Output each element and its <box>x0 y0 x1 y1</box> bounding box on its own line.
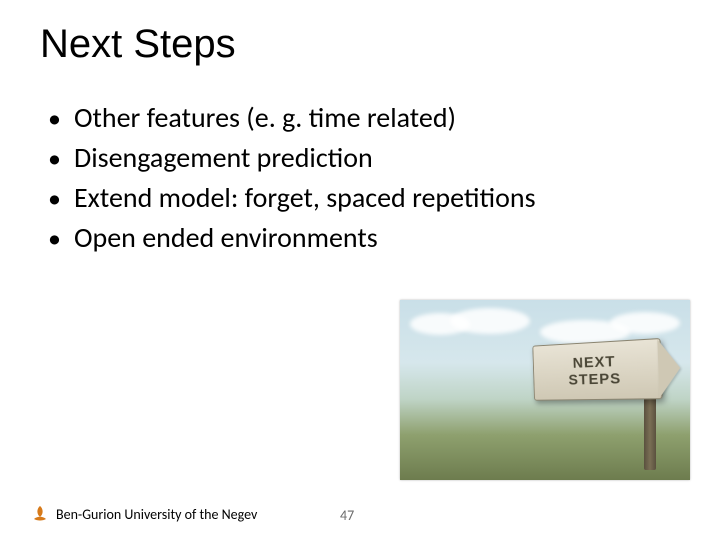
slide: Next Steps • Other features (e. g. time … <box>0 0 720 540</box>
bullet-icon: • <box>48 180 56 216</box>
bullet-text: Other features (e. g. time related) <box>74 100 456 136</box>
sign-text-line1: NEXT <box>572 353 615 372</box>
university-name: Ben-Gurion University of the Negev <box>56 506 257 523</box>
list-item: • Extend model: forget, spaced repetitio… <box>48 180 690 216</box>
sign-text-line2: STEPS <box>568 370 621 389</box>
footer: Ben-Gurion University of the Negev 47 <box>30 504 690 524</box>
bullet-text: Extend model: forget, spaced repetitions <box>74 180 536 216</box>
bullet-list: • Other features (e. g. time related) • … <box>48 100 690 260</box>
university-logo-icon <box>30 504 50 524</box>
sign-board: NEXT STEPS <box>532 338 662 401</box>
bullet-icon: • <box>48 220 56 256</box>
list-item: • Open ended environments <box>48 220 690 256</box>
list-item: • Other features (e. g. time related) <box>48 100 690 136</box>
bullet-text: Disengagement prediction <box>74 140 373 176</box>
list-item: • Disengagement prediction <box>48 140 690 176</box>
page-number: 47 <box>340 507 354 524</box>
bullet-icon: • <box>48 100 56 136</box>
bullet-text: Open ended environments <box>74 220 378 256</box>
slide-title: Next Steps <box>40 22 236 67</box>
bullet-icon: • <box>48 140 56 176</box>
next-steps-image: NEXT STEPS <box>400 300 690 480</box>
